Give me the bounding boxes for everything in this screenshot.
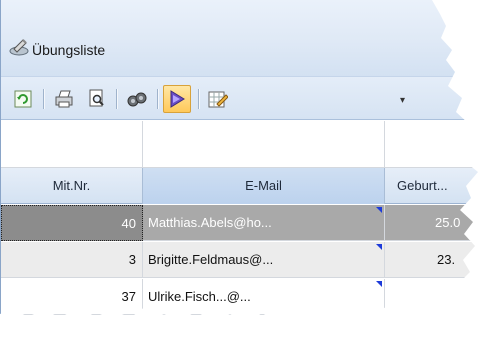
table-row[interactable]: 37 Ulrike.Fisch...@... xyxy=(1,279,478,315)
cell-email-text: Matthias.Abels@ho... xyxy=(148,215,272,230)
app-window: Übungsliste ▾ Mit.Nr. E-Mail Geburt... 4… xyxy=(0,0,478,318)
cell-email-text: Ulrike.Fisch...@... xyxy=(148,289,251,304)
refresh-icon xyxy=(14,90,32,108)
play-button[interactable] xyxy=(163,85,191,113)
cell-email-text: Brigitte.Feldmaus@... xyxy=(148,252,274,267)
app-pencil-icon xyxy=(9,39,29,56)
cell-email[interactable]: Ulrike.Fisch...@... xyxy=(143,279,385,315)
toolbar-separator xyxy=(43,89,44,109)
cell-geburtsdatum[interactable]: 23. xyxy=(385,242,478,278)
cell-mitnr[interactable]: 3 xyxy=(1,242,143,278)
cell-geburtsdatum[interactable]: 25.0 xyxy=(385,205,478,241)
window-title: Übungsliste xyxy=(32,42,106,58)
cell-email[interactable]: Matthias.Abels@ho... xyxy=(143,205,385,241)
toolbar-separator xyxy=(157,89,158,109)
comment-flag-icon xyxy=(376,207,382,213)
cell-geburtsdatum[interactable] xyxy=(385,279,478,315)
print-button[interactable] xyxy=(52,87,76,111)
cell-mitnr[interactable]: 40 xyxy=(1,205,143,241)
title-bar: Übungsliste xyxy=(1,0,478,76)
layout-button[interactable] xyxy=(206,87,230,111)
cell-email[interactable]: Brigitte.Feldmaus@... xyxy=(143,242,385,278)
printer-icon xyxy=(55,90,73,108)
print-preview-icon xyxy=(89,89,104,107)
column-header-geburtsdatum[interactable]: Geburt... xyxy=(385,168,478,204)
edit-grid-icon xyxy=(208,91,228,108)
play-icon xyxy=(170,90,185,108)
group-cell xyxy=(143,121,385,168)
search-button[interactable] xyxy=(125,87,149,111)
cell-mitnr[interactable]: 37 xyxy=(1,279,143,315)
comment-flag-icon xyxy=(376,244,382,250)
toolbar-separator xyxy=(116,89,117,109)
refresh-button[interactable] xyxy=(11,87,35,111)
toolbar: ▾ xyxy=(1,76,478,120)
toolbar-dropdown-arrow[interactable]: ▾ xyxy=(400,95,405,106)
column-header-mitnr[interactable]: Mit.Nr. xyxy=(1,168,143,204)
print-preview-button[interactable] xyxy=(85,87,109,111)
binoculars-icon xyxy=(127,92,147,107)
table-row[interactable]: 3 Brigitte.Feldmaus@... 23. xyxy=(1,242,478,278)
group-panel xyxy=(1,121,478,168)
column-header-row: Mit.Nr. E-Mail Geburt... xyxy=(1,168,478,204)
group-cell xyxy=(385,121,478,168)
group-cell xyxy=(1,121,143,168)
comment-flag-icon xyxy=(376,281,382,287)
column-header-email[interactable]: E-Mail xyxy=(143,168,385,204)
table-row[interactable]: 40 Matthias.Abels@ho... 25.0 xyxy=(1,205,478,241)
toolbar-separator xyxy=(198,89,199,109)
